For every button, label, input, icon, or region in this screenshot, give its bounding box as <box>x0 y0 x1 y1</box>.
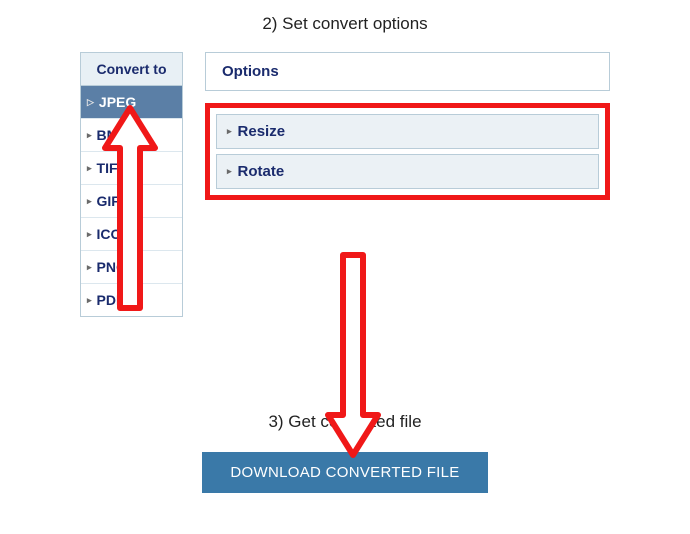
sidebar-item-label: PNG <box>97 259 127 275</box>
sidebar-item-tiff[interactable]: ▸ TIFF <box>81 152 182 185</box>
convert-to-sidebar: Convert to ▷ JPEG ▸ BMP ▸ TIFF ▸ GIF ▸ I… <box>80 52 183 317</box>
sidebar-item-png[interactable]: ▸ PNG <box>81 251 182 284</box>
sidebar-item-ico[interactable]: ▸ ICO <box>81 218 182 251</box>
sidebar-item-bmp[interactable]: ▸ BMP <box>81 119 182 152</box>
triangle-right-icon: ▸ <box>87 295 92 306</box>
triangle-right-icon: ▸ <box>87 262 92 273</box>
sidebar-item-label: GIF <box>97 193 120 209</box>
sidebar-item-label: JPEG <box>99 94 136 110</box>
download-button[interactable]: DOWNLOAD CONVERTED FILE <box>202 452 487 493</box>
step3-title: 3) Get converted file <box>0 412 690 432</box>
triangle-right-icon: ▸ <box>87 229 92 240</box>
triangle-right-icon: ▷ <box>87 97 94 108</box>
options-header: Options <box>205 52 610 91</box>
triangle-right-icon: ▸ <box>87 130 92 141</box>
sidebar-item-pdf[interactable]: ▸ PDF <box>81 284 182 316</box>
sidebar-item-label: TIFF <box>97 160 127 176</box>
sidebar-item-label: PDF <box>97 292 125 308</box>
option-label: Rotate <box>238 163 285 180</box>
sidebar-header: Convert to <box>81 53 182 86</box>
triangle-right-icon: ▸ <box>87 163 92 174</box>
sidebar-item-jpeg[interactable]: ▷ JPEG <box>81 86 182 119</box>
triangle-right-icon: ▸ <box>227 166 232 177</box>
options-group-highlight: ▸ Resize ▸ Rotate <box>205 103 610 200</box>
option-resize[interactable]: ▸ Resize <box>216 114 599 149</box>
step2-title: 2) Set convert options <box>0 0 690 52</box>
sidebar-item-label: BMP <box>97 127 128 143</box>
sidebar-item-gif[interactable]: ▸ GIF <box>81 185 182 218</box>
option-label: Resize <box>238 123 286 140</box>
triangle-right-icon: ▸ <box>227 126 232 137</box>
sidebar-item-label: ICO <box>97 226 122 242</box>
triangle-right-icon: ▸ <box>87 196 92 207</box>
option-rotate[interactable]: ▸ Rotate <box>216 154 599 189</box>
